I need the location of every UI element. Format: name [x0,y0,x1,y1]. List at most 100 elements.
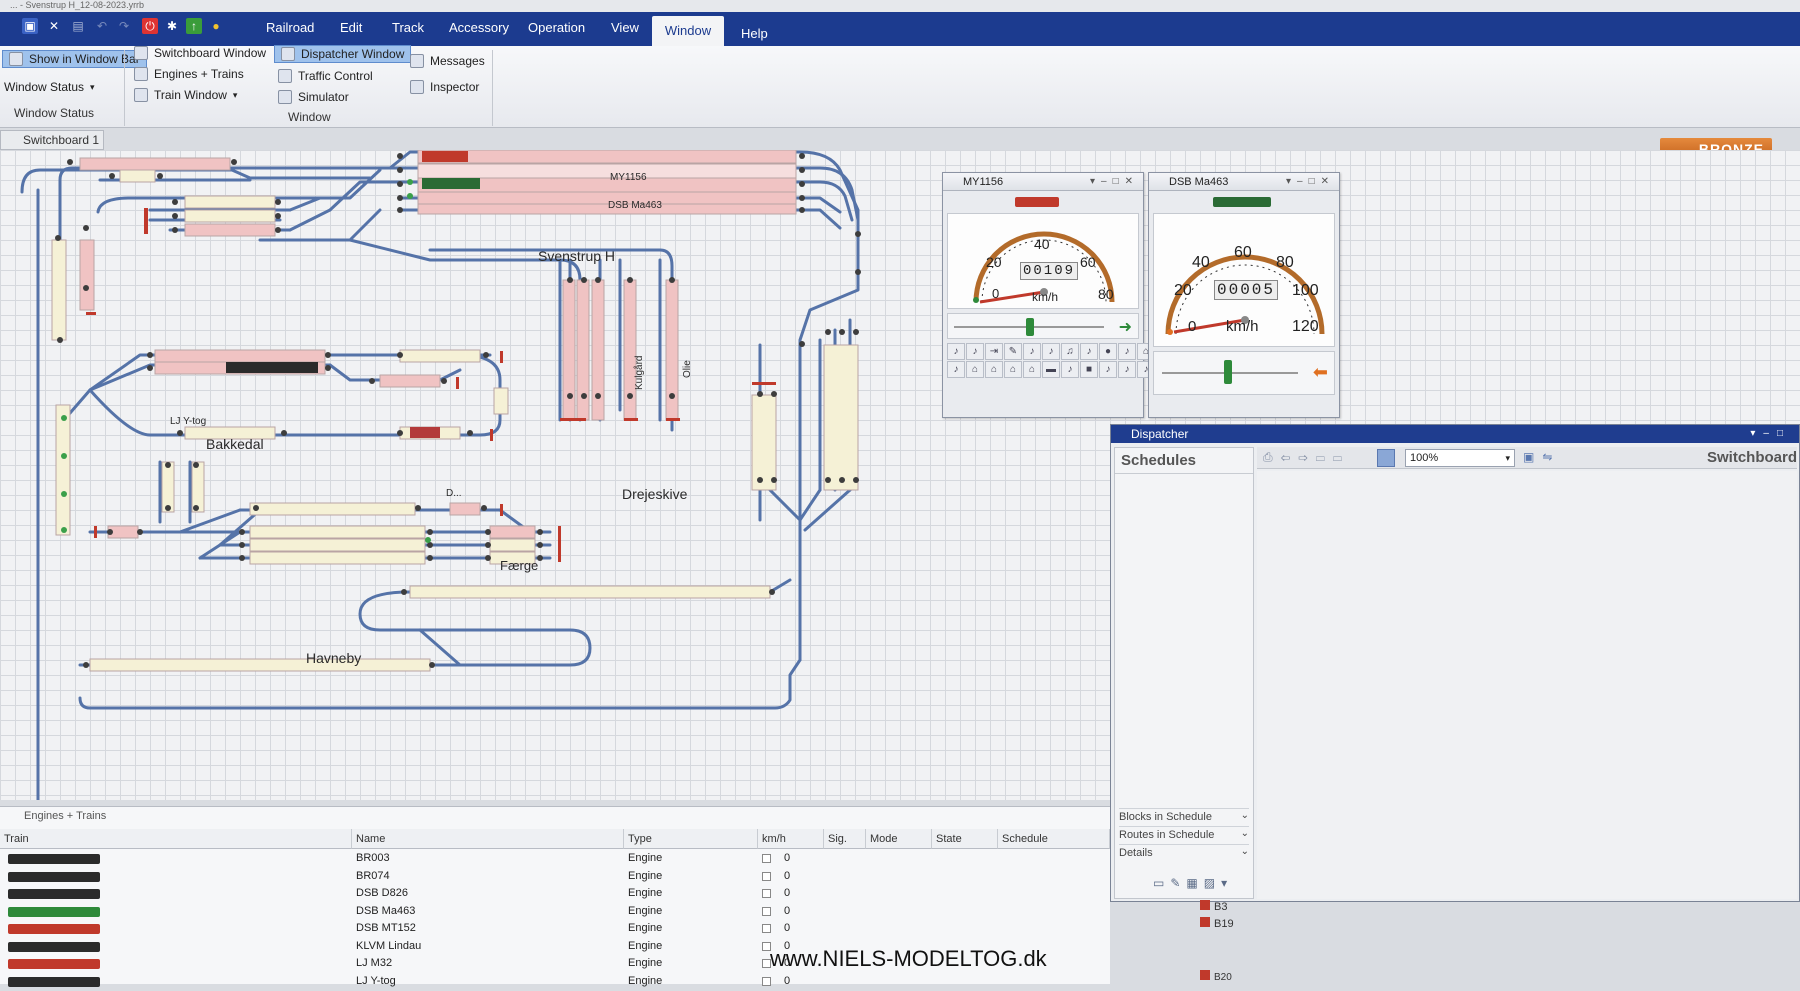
col-name[interactable]: Name [352,829,624,849]
nav-icons[interactable]: ⎙⇦⇨▭▭ [1263,450,1350,465]
row-checkbox[interactable] [762,907,771,916]
menu-bar: ▣ ✕ ▤ ↶ ↷ ⏻ ✱ ↑ ● Railroad Edit Track Ac… [0,12,1800,46]
loco-window-header[interactable]: MY1156▾–□✕ [943,173,1143,191]
cell-type: Engine [628,940,662,952]
schedule-tools[interactable]: ▭✎▦▨▾ [1153,876,1233,890]
menu-operation[interactable]: Operation [528,20,585,35]
simulator-button[interactable]: Simulator [278,90,349,104]
switchboard-window-button[interactable]: Switchboard Window [134,46,266,60]
col-schedule[interactable]: Schedule [998,829,1110,849]
messages-button[interactable]: Messages [410,54,485,68]
menu-view[interactable]: View [611,20,639,35]
slider-thumb[interactable] [1224,360,1232,384]
signal-icon[interactable]: ● [208,18,224,34]
dispatcher-canvas[interactable] [1257,471,1797,899]
f-icon: ♪ [1042,343,1060,360]
speed-slider[interactable]: ➜ [947,313,1139,339]
dispatcher-title-bar[interactable]: Dispatcher▾–□ [1111,425,1799,443]
table-row[interactable]: DSB D826Engine0 [0,886,1110,904]
blocks-in-schedule-expander[interactable]: Blocks in Schedule⌄ [1119,808,1249,823]
cut-icon[interactable]: ▤ [70,18,86,34]
tools-icon[interactable]: ✕ [46,18,62,34]
train-window-button[interactable]: Train Window▾ [134,88,237,102]
menu-track[interactable]: Track [392,20,424,35]
menu-accessory[interactable]: Accessory [449,20,509,35]
row-checkbox[interactable] [762,872,771,881]
traffic-control-button[interactable]: Traffic Control [278,69,373,83]
loco-image [1015,197,1059,207]
inspector-button[interactable]: Inspector [410,80,479,94]
window-buttons[interactable]: ▾–□✕ [1090,173,1139,191]
pointer-mode-icon[interactable] [1377,449,1395,467]
row-checkbox[interactable] [762,924,771,933]
window-buttons[interactable]: ▾–□ [1750,425,1791,443]
col-signal[interactable]: Sig. [824,829,866,849]
window-buttons[interactable]: ▾–□✕ [1286,173,1335,191]
cell-type: Engine [628,870,662,882]
routes-in-schedule-expander[interactable]: Routes in Schedule⌄ [1119,826,1249,841]
schedules-pane[interactable]: Schedules Blocks in Schedule⌄ Routes in … [1114,447,1254,899]
zoom-select[interactable]: 100%▾ [1405,449,1515,467]
col-state[interactable]: State [932,829,998,849]
menu-railroad[interactable]: Railroad [266,20,314,35]
direction-reverse-icon[interactable]: ⬅ [1313,362,1328,383]
f-icon: ♪ [966,343,984,360]
table-row[interactable]: LJ Y-togEngine0 [0,974,1110,991]
speed-slider[interactable]: ⬅ [1153,351,1335,395]
f-icon: ⌂ [985,361,1003,378]
ribbon: Show in Window Bar Window Status▾ Window… [0,46,1800,128]
block-icon [1200,970,1210,980]
cell-type: Engine [628,887,662,899]
row-checkbox[interactable] [762,977,771,986]
cell-name: BR074 [356,870,390,882]
redo-icon[interactable]: ↷ [116,18,132,34]
window-status-dropdown[interactable]: Window Status▾ [4,80,95,94]
menu-edit[interactable]: Edit [340,20,362,35]
loco-window-my1156: MY1156▾–□✕ 20 40 60 80 0 00109 km/h ➜ ♪♪… [942,172,1144,418]
cell-type: Engine [628,957,662,969]
table-row[interactable]: BR003Engine0 [0,851,1110,869]
slider-thumb[interactable] [1026,318,1034,336]
schedules-header: Schedules [1115,448,1253,474]
engines-trains-tab[interactable]: Engines + Trains [0,807,1110,825]
table-row[interactable]: DSB MT152Engine0 [0,921,1110,939]
train-thumbnail [8,872,100,882]
engines-trains-button[interactable]: Engines + Trains [134,67,244,81]
snowflake-icon[interactable]: ✱ [164,18,180,34]
loco-window-header[interactable]: DSB Ma463▾–□✕ [1149,173,1339,191]
col-mode[interactable]: Mode [866,829,932,849]
row-checkbox[interactable] [762,854,771,863]
undo-icon[interactable]: ↶ [94,18,110,34]
col-type[interactable]: Type [624,829,758,849]
f-icon: ♪ [947,361,965,378]
cell-speed: 0 [784,922,790,934]
table-row[interactable]: DSB Ma463Engine0 [0,904,1110,922]
simulator-icon [278,90,292,104]
table-row[interactable]: BR074Engine0 [0,869,1110,887]
switchboard-tab[interactable]: Switchboard 1 [0,130,104,150]
f-icon: ♪ [947,343,965,360]
cell-name: LJ M32 [356,957,392,969]
go-icon[interactable]: ↑ [186,18,202,34]
show-in-window-bar-button[interactable]: Show in Window Bar [2,50,147,68]
menu-window[interactable]: Window [652,16,724,46]
emergency-stop-icon[interactable]: ⏻ [142,18,158,34]
row-checkbox[interactable] [762,889,771,898]
speedometer: 20 40 60 80 0 00109 km/h [947,213,1139,309]
train-my1156 [422,151,468,162]
details-expander[interactable]: Details⌄ [1119,844,1249,859]
train-thumbnail [8,924,100,934]
direction-forward-icon[interactable]: ➜ [1119,317,1132,337]
dispatcher-window-button[interactable]: Dispatcher Window [274,45,411,63]
train-thumbnail [8,942,100,952]
view-icons[interactable]: ▣⇋ [1523,450,1560,464]
f-icon: ♫ [1061,343,1079,360]
col-speed[interactable]: km/h [758,829,824,849]
station-label-bakkedal: Bakkedal [206,436,264,452]
cell-speed: 0 [784,852,790,864]
col-train[interactable]: Train [0,829,352,849]
f-icon: ♪ [1118,343,1136,360]
menu-help[interactable]: Help [741,26,768,41]
save-icon[interactable]: ▣ [22,18,38,34]
function-buttons[interactable]: ♪♪⇥✎♪♪♫♪●♪⌂ ♪⌂⌂⌂⌂▬♪■♪♪♪ [947,343,1155,378]
